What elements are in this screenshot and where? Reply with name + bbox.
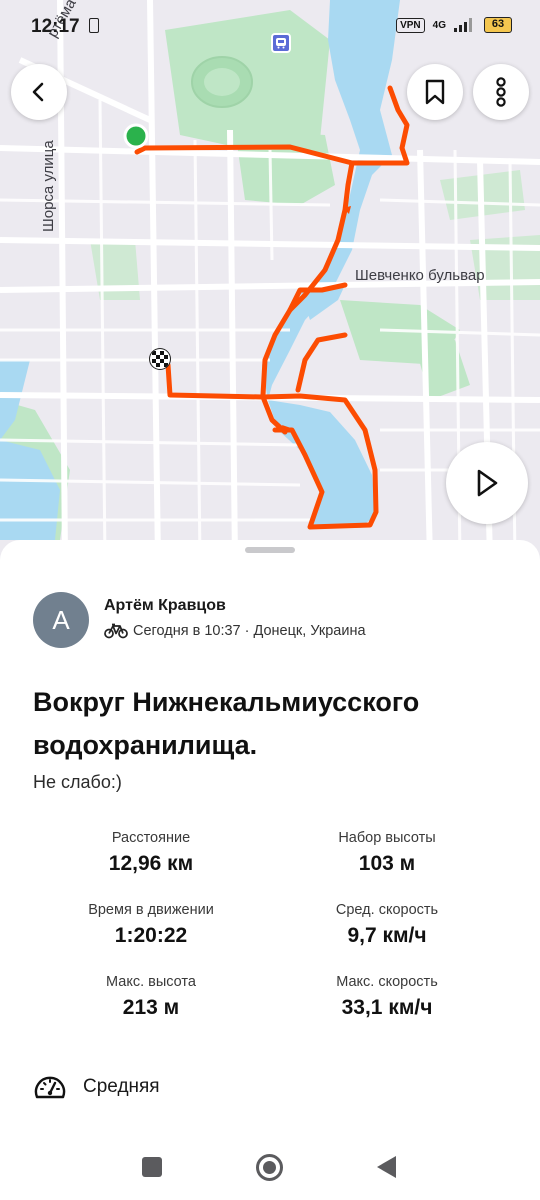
play-icon (477, 469, 498, 497)
stat-label: Набор высоты (338, 830, 436, 846)
athlete-name[interactable]: Артём Кравцов (104, 597, 226, 615)
activity-title: Вокруг Нижнекальмиусского водохранилища. (33, 687, 420, 760)
recents-button[interactable] (142, 1157, 162, 1177)
chevron-left-icon (32, 82, 44, 102)
activity-meta-text: Сегодня в 10:37 · Донецк, Украина (133, 623, 366, 639)
stat-moving-time: Время в движении 1:20:22 (41, 902, 261, 948)
avatar-letter: A (52, 604, 70, 635)
avatar[interactable]: A (33, 592, 89, 648)
stat-max-elevation: Макс. высота 213 м (41, 974, 261, 1020)
stat-label: Время в движении (88, 902, 214, 918)
status-time: 12:17 (31, 16, 80, 37)
street-label: Шорса улица (40, 140, 57, 232)
more-options-button[interactable] (473, 64, 529, 120)
checkered-flag-icon (150, 349, 170, 369)
stat-value: 1:20:22 (114, 924, 188, 947)
stat-avg-speed: Сред. скорость 9,7 км/ч (277, 902, 497, 948)
stat-value: 33,1 км/ч (341, 996, 433, 1019)
stat-distance: Расстояние 12,96 км (41, 830, 261, 876)
stat-label: Макс. скорость (336, 974, 438, 990)
vpn-badge: VPN (396, 17, 425, 33)
stat-elevation-gain: Набор высоты 103 м (277, 830, 497, 876)
back-button[interactable] (11, 64, 67, 120)
signal-icon (454, 18, 472, 32)
system-back-button[interactable] (377, 1156, 396, 1178)
more-vertical-icon (496, 77, 506, 107)
system-nav-bar (0, 1140, 540, 1200)
battery-icon: 63 (484, 17, 512, 33)
stat-label: Сред. скорость (335, 902, 439, 918)
effort-label: Средняя (83, 1076, 160, 1097)
bookmark-button[interactable] (407, 64, 463, 120)
battery-level: 63 (491, 18, 505, 30)
activity-meta: Сегодня в 10:37 · Донецк, Украина (104, 623, 366, 639)
status-bar: 12:17 VPN 4G 63 (0, 0, 540, 54)
stat-value: 12,96 км (108, 852, 194, 875)
stat-max-speed: Макс. скорость 33,1 км/ч (277, 974, 497, 1020)
drag-handle[interactable] (245, 547, 295, 553)
stat-value: 9,7 км/ч (347, 924, 427, 947)
play-flyby-button[interactable] (446, 442, 528, 524)
activity-description: Не слабо:) (33, 772, 122, 792)
battery-saver-icon (89, 18, 99, 33)
home-button[interactable] (256, 1154, 283, 1181)
bookmark-icon (425, 79, 445, 105)
speedometer-icon (34, 1076, 66, 1099)
street-label: Шевченко бульвар (355, 267, 485, 284)
stat-label: Макс. высота (106, 974, 196, 990)
bicycle-icon (104, 623, 128, 639)
stat-value: 213 м (122, 996, 180, 1019)
route-map[interactable]: ртёма улица Шорса улица Шевченко бульвар… (0, 0, 540, 560)
perceived-effort-row[interactable]: Средняя (33, 1072, 160, 1102)
network-type: 4G (432, 19, 446, 31)
stat-value: 103 м (358, 852, 416, 875)
stat-label: Расстояние (111, 830, 191, 846)
activity-sheet: A Артём Кравцов Сегодня в 10:37 · Донецк… (0, 540, 540, 1200)
